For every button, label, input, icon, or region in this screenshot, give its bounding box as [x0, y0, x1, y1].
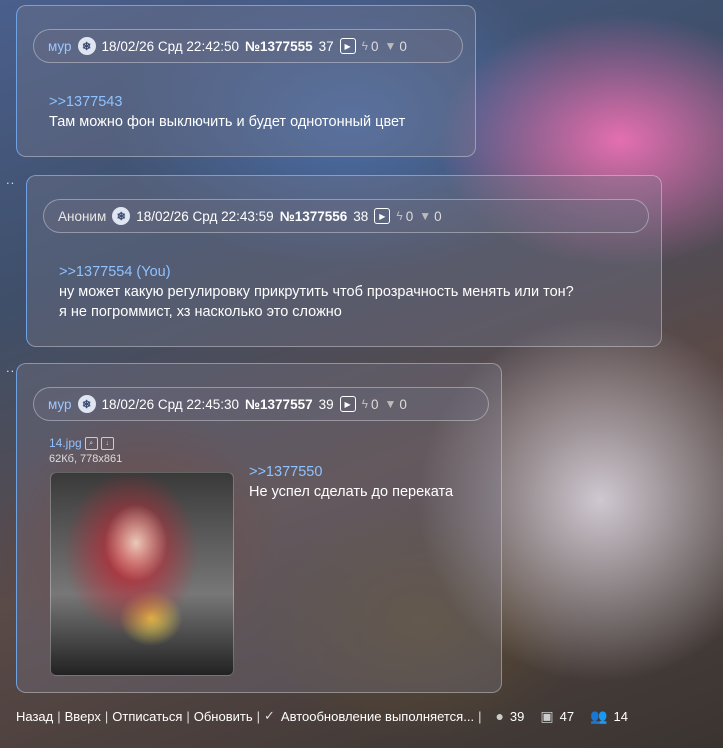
post-image-thumbnail[interactable]: [50, 472, 234, 676]
post-date: 18/02/26 Срд 22:45:30: [101, 396, 239, 412]
lightning-icon: ϟ: [396, 209, 403, 223]
message-line: ну может какую регулировку прикрутить чт…: [59, 284, 574, 300]
like-count: 0: [370, 38, 379, 54]
lightning-icon: ϟ: [361, 39, 368, 53]
separator: |: [478, 708, 482, 724]
message-line: Не успел сделать до переката: [249, 484, 454, 500]
post-1377557: мур ❄ 18/02/26 Срд 22:45:30 №1377557 39 …: [16, 363, 502, 693]
dislike-count: 0: [434, 208, 442, 224]
file-info: 14.jpg ⌕ ↓: [49, 436, 114, 451]
post-index: 37: [318, 38, 334, 54]
post-separator: ..: [6, 360, 16, 375]
separator: |: [256, 708, 261, 724]
post-date: 18/02/26 Срд 22:43:59: [136, 208, 274, 224]
dislike-count: 0: [399, 38, 407, 54]
post-meta: мур ❄ 18/02/26 Срд 22:42:50 №1377555 37 …: [33, 29, 463, 63]
post-message: >>1377550 Не успел сделать до переката: [249, 462, 453, 502]
avatar-icon: ❄: [112, 207, 131, 225]
reply-link[interactable]: >>1377554 (You): [59, 262, 574, 282]
separator: |: [186, 708, 190, 724]
post-number[interactable]: №1377556: [280, 209, 348, 224]
poster-name[interactable]: мур: [48, 397, 72, 412]
post-1377556: Аноним ❄ 18/02/26 Срд 22:43:59 №1377556 …: [26, 175, 662, 347]
post-number[interactable]: №1377555: [245, 39, 313, 54]
thumbs-down-icon: ▼: [419, 209, 432, 223]
back-link[interactable]: Назад: [16, 709, 53, 724]
lightning-icon: ϟ: [361, 397, 368, 411]
top-link[interactable]: Вверх: [65, 709, 101, 724]
post-1377555: мур ❄ 18/02/26 Срд 22:42:50 №1377555 37 …: [16, 5, 476, 157]
download-icon[interactable]: ↓: [100, 437, 114, 451]
file-meta: 62Кб, 778x861: [49, 453, 123, 465]
post-index: 39: [318, 396, 334, 412]
image-icon: ▣: [540, 707, 554, 724]
like-button[interactable]: ϟ0: [362, 39, 379, 54]
post-message: >>1377543 Там можно фон выключить и буде…: [49, 92, 405, 132]
reply-link[interactable]: >>1377550: [249, 462, 453, 482]
checkbox-checked-icon[interactable]: ✓: [264, 708, 275, 724]
posts-count: ● 39: [495, 708, 524, 724]
users-icon: 👥: [590, 707, 608, 724]
like-button[interactable]: ϟ0: [362, 397, 379, 412]
post-meta: Аноним ❄ 18/02/26 Срд 22:43:59 №1377556 …: [43, 199, 649, 233]
reply-button-icon[interactable]: ▶: [339, 396, 356, 412]
dislike-button[interactable]: ▼ 0: [419, 209, 441, 224]
images-count-value: 47: [559, 708, 575, 724]
dislike-button[interactable]: ▼ 0: [385, 397, 407, 412]
post-separator: ..: [6, 172, 16, 187]
users-count: 👥 14: [590, 708, 628, 725]
file-name-link[interactable]: 14.jpg: [49, 436, 82, 450]
post-meta: мур ❄ 18/02/26 Срд 22:45:30 №1377557 39 …: [33, 387, 489, 421]
message-line: Там можно фон выключить и будет однотонн…: [49, 114, 406, 130]
reply-link[interactable]: >>1377543: [49, 92, 405, 112]
posts-count-value: 39: [509, 708, 525, 724]
refresh-link[interactable]: Обновить: [194, 709, 253, 724]
unsubscribe-link[interactable]: Отписаться: [112, 709, 182, 724]
dislike-count: 0: [399, 396, 407, 412]
message-line: я не погроммист, хз насколько это сложно: [59, 304, 342, 320]
poster-name[interactable]: мур: [48, 39, 72, 54]
like-count: 0: [370, 396, 379, 412]
users-count-value: 14: [613, 708, 628, 724]
separator: |: [104, 708, 109, 724]
avatar-icon: ❄: [77, 37, 96, 55]
avatar-icon: ❄: [77, 395, 96, 413]
poster-name[interactable]: Аноним: [58, 209, 106, 224]
images-count: ▣ 47: [540, 708, 574, 725]
like-button[interactable]: ϟ0: [396, 209, 413, 224]
like-count: 0: [405, 208, 414, 224]
auto-update-status[interactable]: Автообновление выполняется...: [281, 709, 474, 724]
reply-button-icon[interactable]: ▶: [374, 208, 391, 224]
post-number[interactable]: №1377557: [245, 397, 313, 412]
thumbs-down-icon: ▼: [384, 39, 397, 53]
post-index: 38: [353, 208, 369, 224]
thread-footer: Назад | Вверх | Отписаться | Обновить | …: [16, 706, 723, 726]
post-message: >>1377554 (You) ну может какую регулиров…: [59, 262, 574, 322]
thumbs-down-icon: ▼: [384, 397, 397, 411]
post-date: 18/02/26 Срд 22:42:50: [101, 38, 239, 54]
speech-bubble-icon: ●: [495, 708, 504, 724]
separator: |: [57, 708, 61, 724]
reply-button-icon[interactable]: ▶: [339, 38, 356, 54]
dislike-button[interactable]: ▼ 0: [385, 39, 407, 54]
search-icon[interactable]: ⌕: [84, 437, 98, 451]
